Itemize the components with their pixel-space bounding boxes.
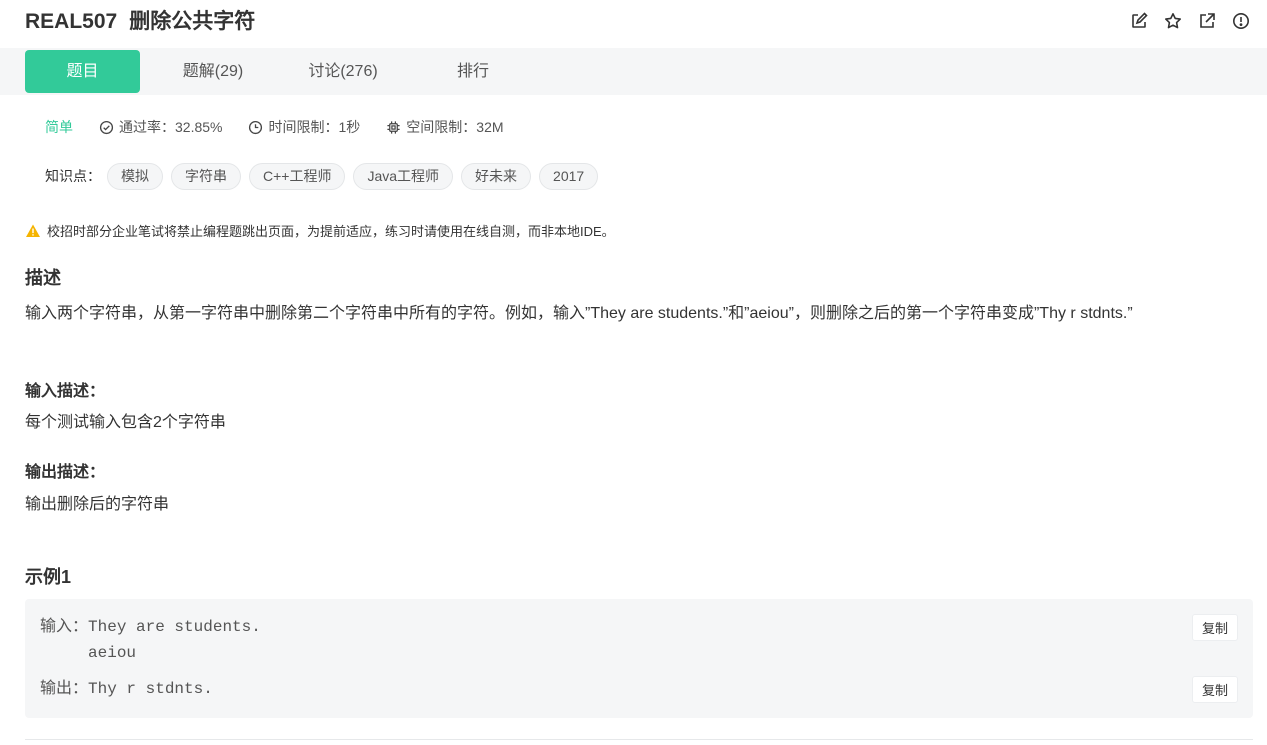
space-limit-text: 空间限制：32M	[406, 119, 504, 135]
warning-text: 校招时部分企业笔试将禁止编程题跳出页面，为提前适应，练习时请使用在线自测，而非本…	[47, 224, 615, 239]
check-circle-icon	[99, 120, 114, 134]
tab-discussion[interactable]: 讨论(276)	[290, 50, 396, 93]
tag-item[interactable]: C++工程师	[249, 162, 346, 190]
example-input-code: They are students. aeiou	[88, 618, 261, 662]
description-heading: 描述	[25, 268, 61, 288]
difficulty-badge: 简单	[45, 119, 73, 135]
problem-meta: 简单 通过率：32.85% 时间限制：1秒 空间限制：32M	[45, 117, 530, 137]
external-link-icon[interactable]	[1198, 12, 1216, 30]
problem-page: REAL507 删除公共字符 题目 题解(29) 讨论(276) 排行 简单 通…	[0, 0, 1267, 745]
star-icon[interactable]	[1164, 12, 1182, 30]
time-limit: 时间限制：1秒	[248, 117, 360, 137]
output-desc-heading: 输出描述：	[25, 464, 106, 481]
page-title: REAL507 删除公共字符	[25, 8, 255, 36]
input-desc-heading: 输入描述：	[25, 383, 106, 400]
example-heading: 示例1	[25, 567, 72, 587]
problem-header: REAL507 删除公共字符	[25, 8, 1250, 38]
tag-item[interactable]: 2017	[539, 162, 599, 190]
time-limit-text: 时间限制：1秒	[268, 119, 361, 135]
tab-bar: 题目 题解(29) 讨论(276) 排行	[0, 48, 1267, 95]
tab-solutions[interactable]: 题解(29)	[163, 50, 263, 93]
tag-item[interactable]: 字符串	[171, 162, 241, 190]
problem-id: REAL507	[25, 10, 118, 33]
pass-rate: 通过率：32.85%	[99, 117, 222, 137]
example-output-code: Thy r stdnts.	[88, 680, 213, 698]
clock-icon	[249, 120, 263, 134]
problem-title: 删除公共字符	[129, 10, 256, 33]
report-icon[interactable]	[1232, 12, 1250, 30]
example-input-row: 输入： They are students. aeiou	[40, 614, 261, 666]
tag-item[interactable]: 模拟	[107, 162, 163, 190]
copy-input-button[interactable]: 复制	[1192, 614, 1238, 641]
input-desc-text: 每个测试输入包含2个字符串	[25, 414, 226, 431]
header-actions	[1130, 12, 1250, 30]
example-output-label: 输出：	[40, 680, 89, 697]
tab-ranking[interactable]: 排行	[440, 50, 506, 93]
space-limit: 空间限制：32M	[386, 117, 504, 137]
example-box: 输入： They are students. aeiou 复制 输出： Thy …	[25, 599, 1253, 718]
description-text: 输入两个字符串，从第一字符串中删除第二个字符串中所有的字符。例如，输入”They…	[25, 305, 1133, 322]
tag-item[interactable]: 好未来	[461, 162, 532, 190]
edit-icon[interactable]	[1130, 12, 1148, 30]
tag-item[interactable]: Java工程师	[353, 162, 454, 190]
copy-output-button[interactable]: 复制	[1192, 676, 1238, 703]
divider	[25, 739, 1253, 740]
output-desc-text: 输出删除后的字符串	[25, 496, 170, 513]
tab-problem[interactable]: 题目	[25, 50, 140, 93]
example-input-label: 输入：	[40, 618, 89, 635]
chip-icon	[387, 120, 400, 134]
warning-icon	[26, 224, 40, 237]
warning-notice: 校招时部分企业笔试将禁止编程题跳出页面，为提前适应，练习时请使用在线自测，而非本…	[25, 221, 615, 240]
knowledge-tags: 知识点： 模拟 字符串 C++工程师 Java工程师 好未来 2017	[45, 162, 606, 190]
knowledge-label: 知识点：	[45, 168, 101, 184]
pass-rate-text: 通过率：32.85%	[119, 119, 223, 135]
example-output-row: 输出： Thy r stdnts.	[40, 676, 213, 702]
